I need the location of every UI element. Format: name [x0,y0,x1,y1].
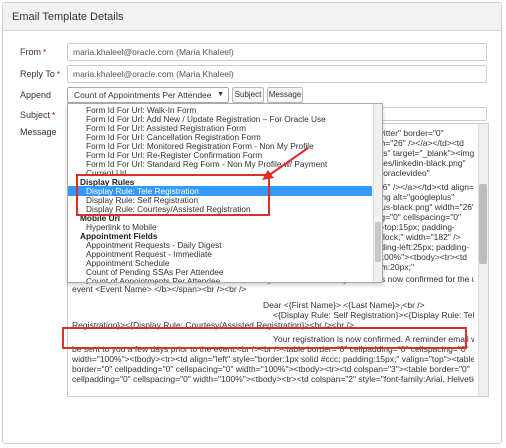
required-marker: * [56,70,60,79]
editor-code-line: border="0" cellpadding="0" cellspacing="… [72,364,470,374]
message-label: Message [20,127,57,137]
chevron-down-icon: ▼ [217,91,224,98]
display-rules-highlight-box [76,174,270,216]
editor-scroll-thumb[interactable] [479,184,487,264]
reply-to-label: Reply To * [20,69,60,79]
editor-code-line: Dear <{First Name}> <{Last Name}>,<br /> [263,300,425,310]
from-label: From * [20,47,47,57]
email-template-panel: Email Template Details From * maria.khale… [2,2,502,444]
append-label: Append [20,90,52,100]
display-rule-code-highlight-box [62,327,467,349]
editor-code-line: width="100%"><tbody><tr><td align="left"… [72,354,474,364]
editor-code-line: <{Display Rule: Self Registration}><{Dis… [273,310,474,320]
subject-button[interactable]: Subject [232,87,264,103]
editor-scrollbar[interactable] [478,124,488,396]
editor-code-line: event <Event Name> </b></span><br /><br … [72,284,247,294]
message-button[interactable]: Message [267,87,303,103]
editor-code-line: cellpadding="0" cellspacing="0" width="1… [72,374,474,384]
annotation-arrow [262,147,309,180]
from-field[interactable]: maria.khaleel@oracle.com (Maria Khaleel) [67,43,487,61]
subject-label: Subject * [20,110,56,120]
dropdown-option[interactable]: Count of Appointments Per Attendee [68,276,372,282]
dropdown-scrollbar[interactable] [373,104,382,282]
dropdown-scroll-thumb[interactable] [375,222,381,262]
append-select[interactable]: Count of Appointments Per Attendee ▼ [67,87,229,103]
required-marker: * [43,48,47,57]
required-marker: * [52,111,56,120]
reply-to-field[interactable]: maria.khaleel@oracle.com (Maria Khaleel) [67,65,487,83]
panel-title: Email Template Details [3,3,501,31]
